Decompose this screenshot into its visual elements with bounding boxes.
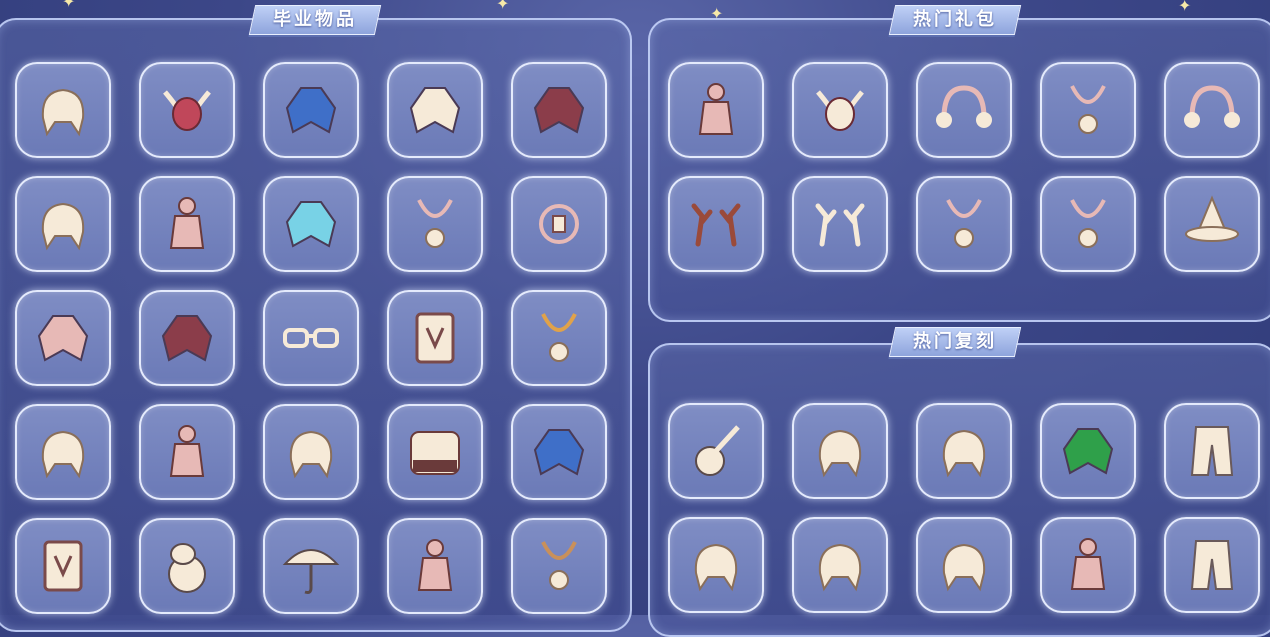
item-slot[interactable] — [1164, 62, 1260, 158]
item-slot[interactable] — [15, 176, 111, 272]
item-slot[interactable] — [387, 62, 483, 158]
item-slot[interactable] — [511, 290, 607, 386]
item-slot[interactable] — [263, 176, 359, 272]
item-slot[interactable] — [387, 404, 483, 500]
item-slot[interactable] — [511, 518, 607, 614]
item-slot[interactable] — [668, 403, 764, 499]
item-slot[interactable] — [916, 62, 1012, 158]
item-slot[interactable] — [139, 518, 235, 614]
item-slot[interactable] — [15, 290, 111, 386]
item-slot[interactable] — [1040, 176, 1136, 272]
item-slot[interactable] — [1164, 176, 1260, 272]
item-slot[interactable] — [387, 176, 483, 272]
item-slot[interactable] — [1040, 517, 1136, 613]
star-icon: ✦ — [496, 0, 510, 13]
star-icon: ✦ — [1178, 0, 1192, 15]
item-slot[interactable] — [15, 404, 111, 500]
item-slot[interactable] — [263, 518, 359, 614]
item-slot[interactable] — [916, 517, 1012, 613]
section-title-graduation: 毕业物品 — [248, 5, 382, 35]
item-slot[interactable] — [511, 404, 607, 500]
item-slot[interactable] — [792, 62, 888, 158]
item-slot[interactable] — [511, 176, 607, 272]
star-icon: ✦ — [62, 0, 76, 11]
item-slot[interactable] — [1040, 403, 1136, 499]
item-slot[interactable] — [139, 62, 235, 158]
item-slot[interactable] — [792, 517, 888, 613]
item-slot[interactable] — [1164, 517, 1260, 613]
item-slot[interactable] — [387, 518, 483, 614]
item-slot[interactable] — [139, 176, 235, 272]
section-title-hot-reruns: 热门复刻 — [888, 327, 1022, 357]
item-slot[interactable] — [263, 62, 359, 158]
item-slot[interactable] — [792, 403, 888, 499]
item-slot[interactable] — [668, 176, 764, 272]
item-slot[interactable] — [511, 62, 607, 158]
section-title-hot-gifts: 热门礼包 — [888, 5, 1022, 35]
item-slot[interactable] — [792, 176, 888, 272]
item-slot[interactable] — [1164, 403, 1260, 499]
item-slot[interactable] — [263, 404, 359, 500]
item-slot[interactable] — [387, 290, 483, 386]
item-slot[interactable] — [916, 176, 1012, 272]
item-slot[interactable] — [1040, 62, 1136, 158]
item-slot[interactable] — [15, 62, 111, 158]
item-slot[interactable] — [15, 518, 111, 614]
item-slot[interactable] — [263, 290, 359, 386]
item-slot[interactable] — [139, 404, 235, 500]
item-slot[interactable] — [916, 403, 1012, 499]
item-slot[interactable] — [139, 290, 235, 386]
item-slot[interactable] — [668, 62, 764, 158]
item-slot[interactable] — [668, 517, 764, 613]
